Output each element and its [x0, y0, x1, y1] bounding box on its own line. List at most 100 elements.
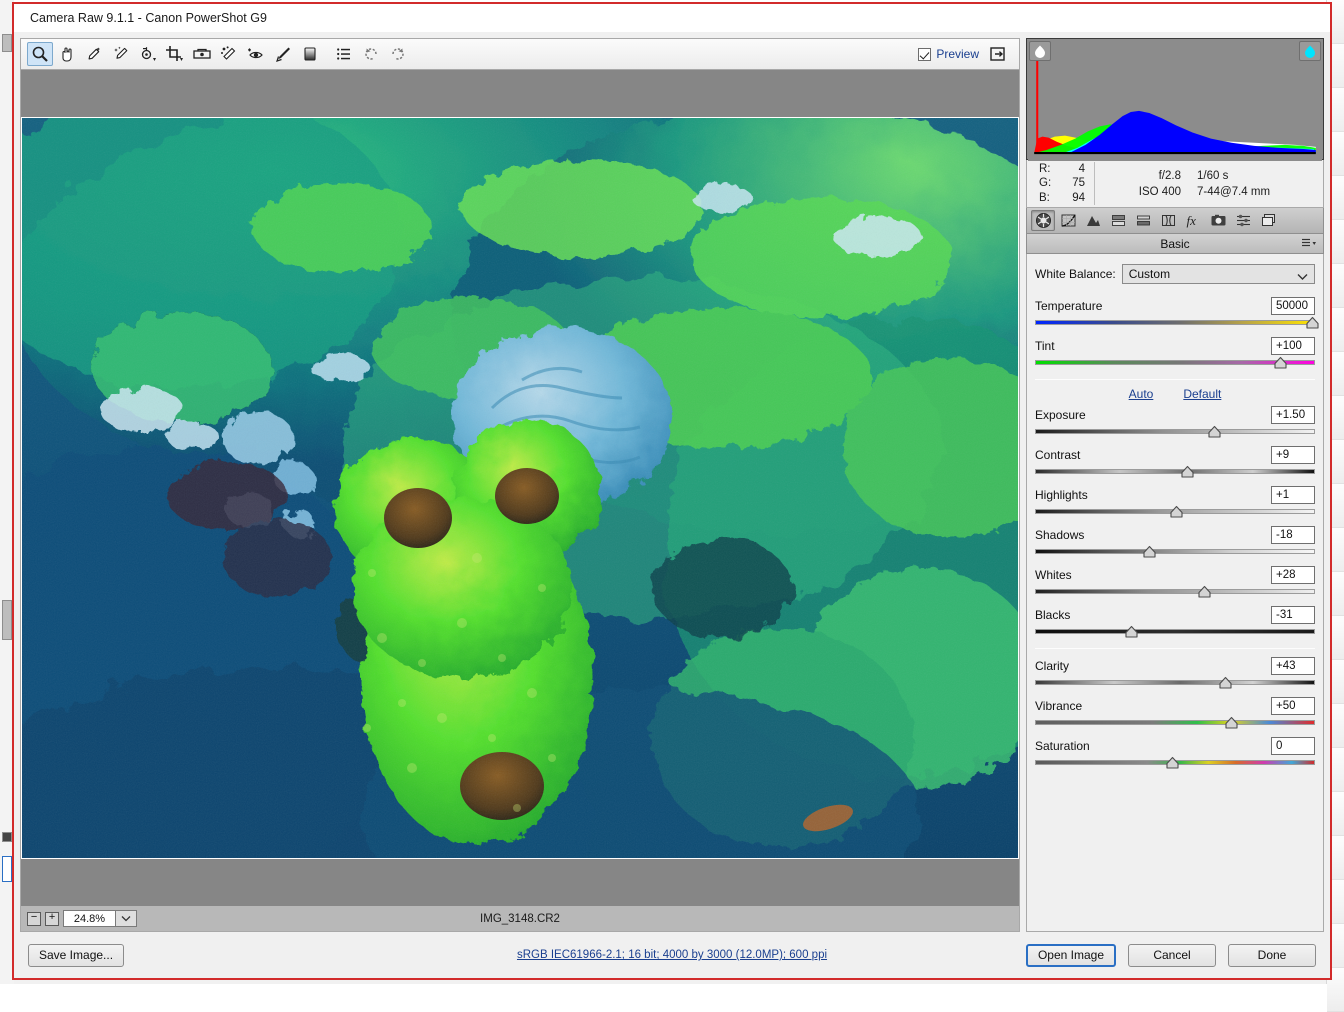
zoom-out-button[interactable]: − — [27, 912, 41, 926]
tab-presets[interactable] — [1231, 210, 1255, 231]
contrast-value-field[interactable]: +9 — [1271, 446, 1315, 464]
shadow-clipping-toggle[interactable] — [1029, 41, 1051, 61]
graduated-filter-tool-button[interactable] — [297, 42, 323, 66]
zoom-level-value: 24.8% — [74, 913, 105, 925]
highlight-clipping-toggle[interactable] — [1299, 41, 1321, 61]
blacks-value-field[interactable]: -31 — [1271, 606, 1315, 624]
exposure-value-field[interactable]: +1.50 — [1271, 406, 1315, 424]
histogram-panel — [1026, 38, 1324, 160]
tint-track[interactable] — [1035, 356, 1315, 370]
camera-raw-window: Camera Raw 9.1.1 - Canon PowerShot G9 — [12, 2, 1332, 980]
zoom-in-button[interactable]: + — [45, 912, 59, 926]
zoom-level-field[interactable]: 24.8% — [63, 910, 115, 927]
tab-lens-corrections[interactable] — [1156, 210, 1180, 231]
presets-tool-button[interactable] — [331, 42, 357, 66]
temperature-track[interactable] — [1035, 316, 1315, 330]
slider-highlights[interactable]: Highlights +1 — [1035, 485, 1315, 519]
contrast-track[interactable] — [1035, 465, 1315, 479]
saturation-value: 0 — [1276, 740, 1282, 752]
tab-split-toning[interactable] — [1131, 210, 1155, 231]
tab-effects[interactable]: fx — [1181, 210, 1205, 231]
tab-snapshots[interactable] — [1256, 210, 1280, 231]
photo-frame[interactable] — [21, 117, 1019, 859]
exposure-track[interactable] — [1035, 425, 1315, 439]
whites-track[interactable] — [1035, 585, 1315, 599]
temperature-value-field[interactable]: 50000 — [1271, 297, 1315, 315]
adjustments-column: R:4 G:75 B:94 f/2.8 1/60 s ISO 400 7-44@… — [1026, 38, 1324, 932]
clarity-label: Clarity — [1035, 659, 1069, 673]
spot-removal-tool-button[interactable] — [216, 42, 242, 66]
slider-tint[interactable]: Tint +100 — [1035, 336, 1315, 370]
shadows-value-field[interactable]: -18 — [1271, 526, 1315, 544]
exposure-label: Exposure — [1035, 408, 1086, 422]
panel-menu-button[interactable] — [1301, 237, 1317, 252]
tone-curve-icon — [1060, 212, 1077, 229]
panel-tabs: fx — [1026, 208, 1324, 234]
straighten-tool-button[interactable] — [189, 42, 215, 66]
targeted-adjustment-tool-button[interactable] — [135, 42, 161, 66]
auto-default-row: Auto Default — [1035, 387, 1315, 401]
white-balance-select[interactable]: Custom — [1122, 264, 1315, 284]
rgb-r-label: R: — [1039, 162, 1057, 177]
slider-contrast[interactable]: Contrast +9 — [1035, 445, 1315, 479]
blacks-track[interactable] — [1035, 625, 1315, 639]
clarity-value-field[interactable]: +43 — [1271, 657, 1315, 675]
window-titlebar: Camera Raw 9.1.1 - Canon PowerShot G9 — [14, 4, 1330, 32]
saturation-track[interactable] — [1035, 756, 1315, 770]
temperature-label: Temperature — [1035, 299, 1102, 313]
slider-saturation[interactable]: Saturation 0 — [1035, 736, 1315, 770]
clarity-track[interactable] — [1035, 676, 1315, 690]
whites-value-field[interactable]: +28 — [1271, 566, 1315, 584]
hsl-grayscale-icon — [1110, 212, 1127, 229]
snapshots-icon — [1260, 212, 1277, 229]
image-preview-stage[interactable] — [20, 70, 1020, 906]
color-sampler-tool-button[interactable] — [108, 42, 134, 66]
slider-blacks[interactable]: Blacks -31 — [1035, 605, 1315, 639]
slider-whites[interactable]: Whites +28 — [1035, 565, 1315, 599]
tab-tone-curve[interactable] — [1056, 210, 1080, 231]
preview-checkbox[interactable] — [918, 48, 931, 61]
slider-clarity[interactable]: Clarity +43 — [1035, 656, 1315, 690]
slider-temperature[interactable]: Temperature 50000 — [1035, 296, 1315, 330]
presets-icon — [1235, 212, 1252, 229]
blacks-value: -31 — [1276, 609, 1293, 621]
auto-link[interactable]: Auto — [1129, 387, 1154, 401]
clarity-value: +43 — [1276, 660, 1296, 672]
slider-vibrance[interactable]: Vibrance +50 — [1035, 696, 1315, 730]
white-balance-tool-button[interactable] — [81, 42, 107, 66]
slider-exposure[interactable]: Exposure +1.50 — [1035, 405, 1315, 439]
saturation-value-field[interactable]: 0 — [1271, 737, 1315, 755]
tab-basic[interactable] — [1031, 210, 1055, 231]
tint-value-field[interactable]: +100 — [1271, 337, 1315, 355]
crop-tool-button[interactable] — [162, 42, 188, 66]
whites-value: +28 — [1276, 569, 1296, 581]
vibrance-track[interactable] — [1035, 716, 1315, 730]
vibrance-value-field[interactable]: +50 — [1271, 697, 1315, 715]
toolbar-right-group: Preview — [918, 44, 1013, 64]
shadows-track[interactable] — [1035, 545, 1315, 559]
divider-tone — [1035, 648, 1315, 649]
tab-hsl-grayscale[interactable] — [1106, 210, 1130, 231]
rgb-b-value: 94 — [1057, 191, 1085, 206]
whites-label: Whites — [1035, 568, 1072, 582]
tab-camera-calibration[interactable] — [1206, 210, 1230, 231]
slider-shadows[interactable]: Shadows -18 — [1035, 525, 1315, 559]
zoom-level-dropdown[interactable] — [115, 910, 137, 927]
red-eye-removal-tool-button[interactable] — [243, 42, 269, 66]
zoom-tool-button[interactable] — [27, 42, 53, 66]
vibrance-value: +50 — [1276, 700, 1296, 712]
highlights-track[interactable] — [1035, 505, 1315, 519]
fullscreen-toggle-button[interactable] — [987, 44, 1009, 64]
tab-detail[interactable] — [1081, 210, 1105, 231]
preview-toggle[interactable]: Preview — [918, 47, 979, 61]
exif-iso: ISO 400 — [1125, 184, 1181, 200]
rotate-right-tool-button[interactable] — [385, 42, 411, 66]
rotate-left-tool-button[interactable] — [358, 42, 384, 66]
workflow-options-link[interactable]: sRGB IEC61966-2.1; 16 bit; 4000 by 3000 … — [14, 949, 1330, 961]
highlights-value-field[interactable]: +1 — [1271, 486, 1315, 504]
adjustment-brush-tool-button[interactable] — [270, 42, 296, 66]
rgb-b-label: B: — [1039, 191, 1057, 206]
photo-image — [22, 118, 1019, 858]
default-link[interactable]: Default — [1183, 387, 1221, 401]
hand-tool-button[interactable] — [54, 42, 80, 66]
